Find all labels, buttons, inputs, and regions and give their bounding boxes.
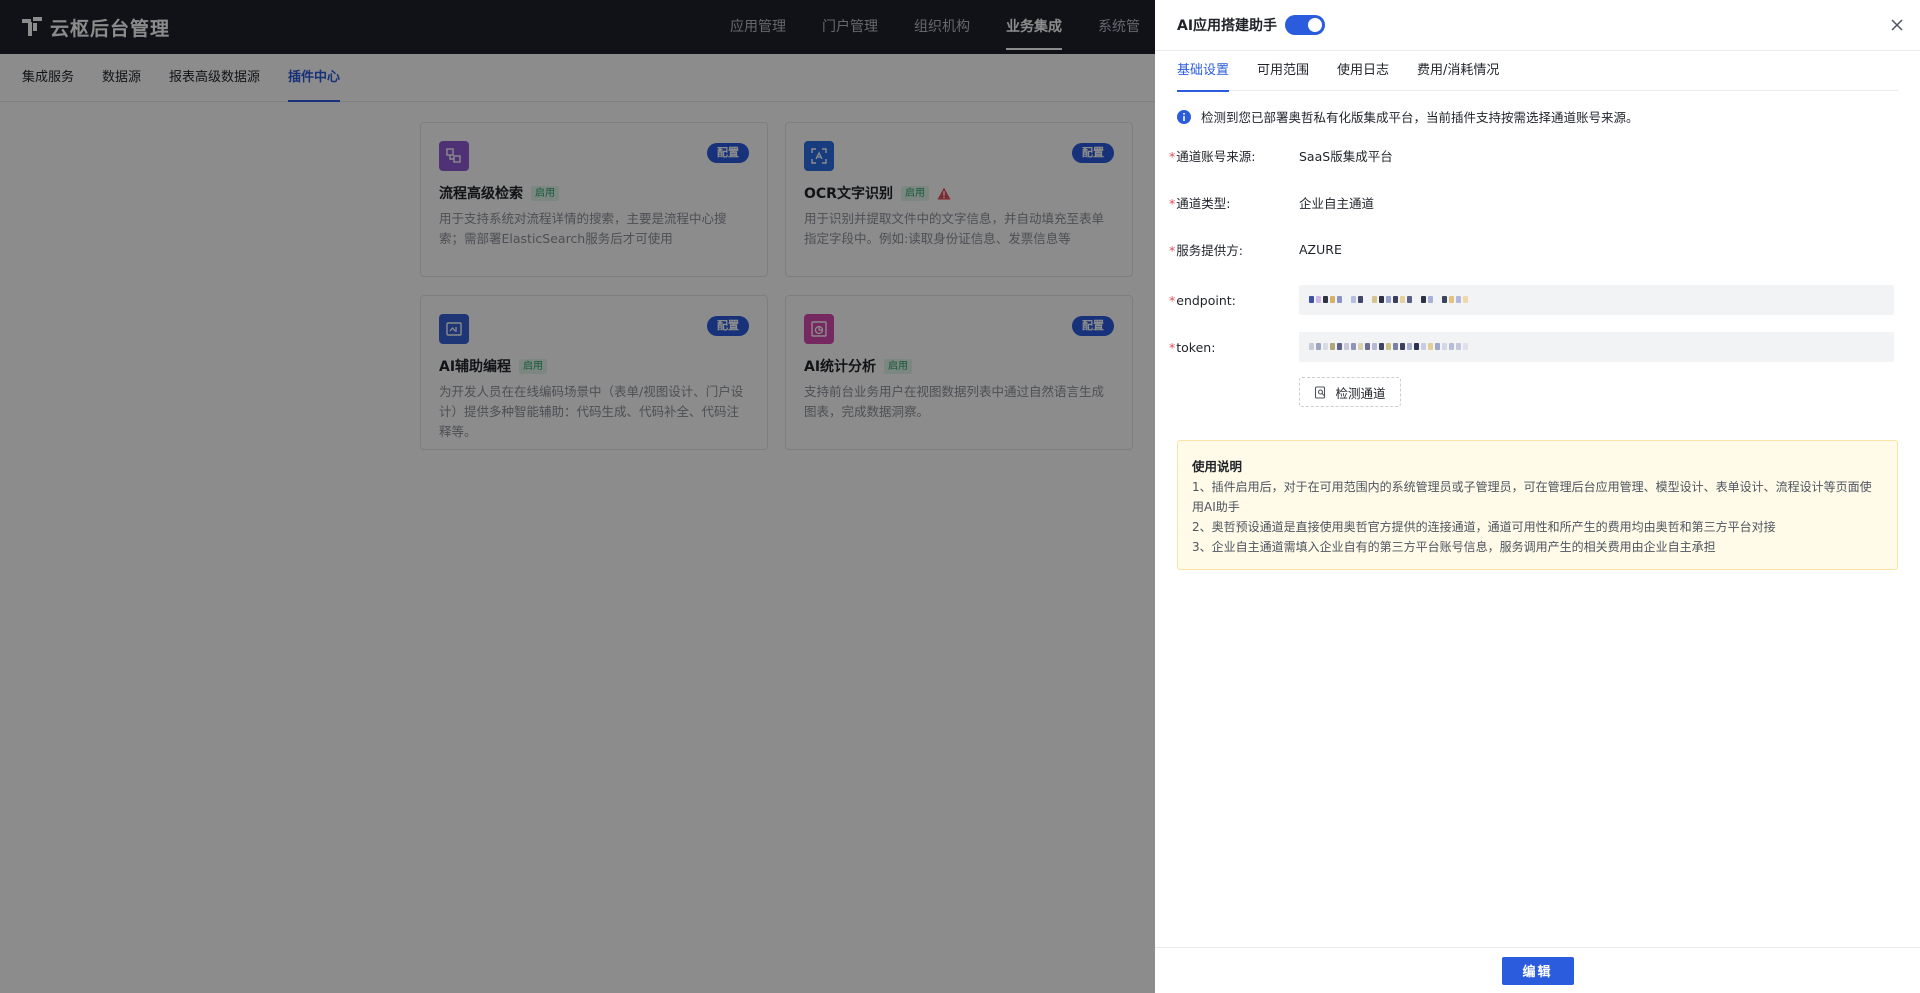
field-value: 企业自主通道 xyxy=(1299,195,1375,211)
field-label: *endpoint: xyxy=(1169,292,1236,308)
enable-toggle[interactable] xyxy=(1285,15,1326,35)
drawer-tabs: 基础设置 可用范围 使用日志 费用/消耗情况 xyxy=(1177,51,1898,92)
drawer-header: AI应用搭建助手 xyxy=(1155,0,1920,51)
field-label: *token: xyxy=(1169,339,1216,355)
usage-line: 1、插件启用后，对于在可用范围内的系统管理员或子管理员，可在管理后台应用管理、模… xyxy=(1192,480,1872,514)
drawer-footer: 编辑 xyxy=(1155,947,1920,993)
usage-line: 3、企业自主通道需填入企业自有的第三方平台账号信息，服务调用产生的相关费用由企业… xyxy=(1192,540,1716,554)
check-doc-icon xyxy=(1315,385,1326,399)
field-label: *通道账号来源: xyxy=(1169,148,1256,164)
plugin-settings-drawer: AI应用搭建助手 基础设置 可用范围 使用日志 费用/消耗情况 检测到您已部署奥… xyxy=(1155,0,1920,993)
field-channel-type: *通道类型: 企业自主通道 xyxy=(1169,187,1904,217)
usage-line: 2、奥哲预设通道是直接使用奥哲官方提供的连接通道，通道可用性和所产生的费用均由奥… xyxy=(1192,520,1776,534)
token-input[interactable] xyxy=(1299,332,1894,362)
usage-instructions: 使用说明 1、插件启用后，对于在可用范围内的系统管理员或子管理员，可在管理后台应… xyxy=(1177,440,1898,570)
info-icon xyxy=(1177,109,1191,124)
field-token: *token: xyxy=(1169,332,1904,362)
field-endpoint: *endpoint: xyxy=(1169,285,1904,315)
field-label: *通道类型: xyxy=(1169,195,1231,211)
field-value: AZURE xyxy=(1299,241,1342,257)
field-channel-source: *通道账号来源: SaaS版集成平台 xyxy=(1169,140,1904,170)
field-label: *服务提供方: xyxy=(1169,242,1243,258)
tab-cost[interactable]: 费用/消耗情况 xyxy=(1417,51,1499,91)
notice-bar: 检测到您已部署奥哲私有化版集成平台，当前插件支持按需选择通道账号来源。 xyxy=(1177,107,1639,126)
usage-title: 使用说明 xyxy=(1192,459,1243,474)
masked-value xyxy=(1309,296,1470,304)
check-channel-button[interactable]: 检测通道 xyxy=(1299,377,1401,407)
check-button-label: 检测通道 xyxy=(1335,385,1386,401)
masked-value xyxy=(1309,343,1470,351)
tab-basic-settings[interactable]: 基础设置 xyxy=(1177,51,1230,92)
endpoint-input[interactable] xyxy=(1299,285,1894,315)
tab-available-scope[interactable]: 可用范围 xyxy=(1257,51,1309,91)
field-value: SaaS版集成平台 xyxy=(1299,148,1393,164)
field-provider: *服务提供方: AZURE xyxy=(1169,234,1904,264)
toggle-knob xyxy=(1308,18,1323,32)
close-icon[interactable] xyxy=(1888,16,1906,34)
edit-button[interactable]: 编辑 xyxy=(1501,956,1574,985)
drawer-title: AI应用搭建助手 xyxy=(1177,18,1278,34)
notice-text: 检测到您已部署奥哲私有化版集成平台，当前插件支持按需选择通道账号来源。 xyxy=(1201,110,1639,125)
tab-usage-log[interactable]: 使用日志 xyxy=(1337,51,1389,91)
